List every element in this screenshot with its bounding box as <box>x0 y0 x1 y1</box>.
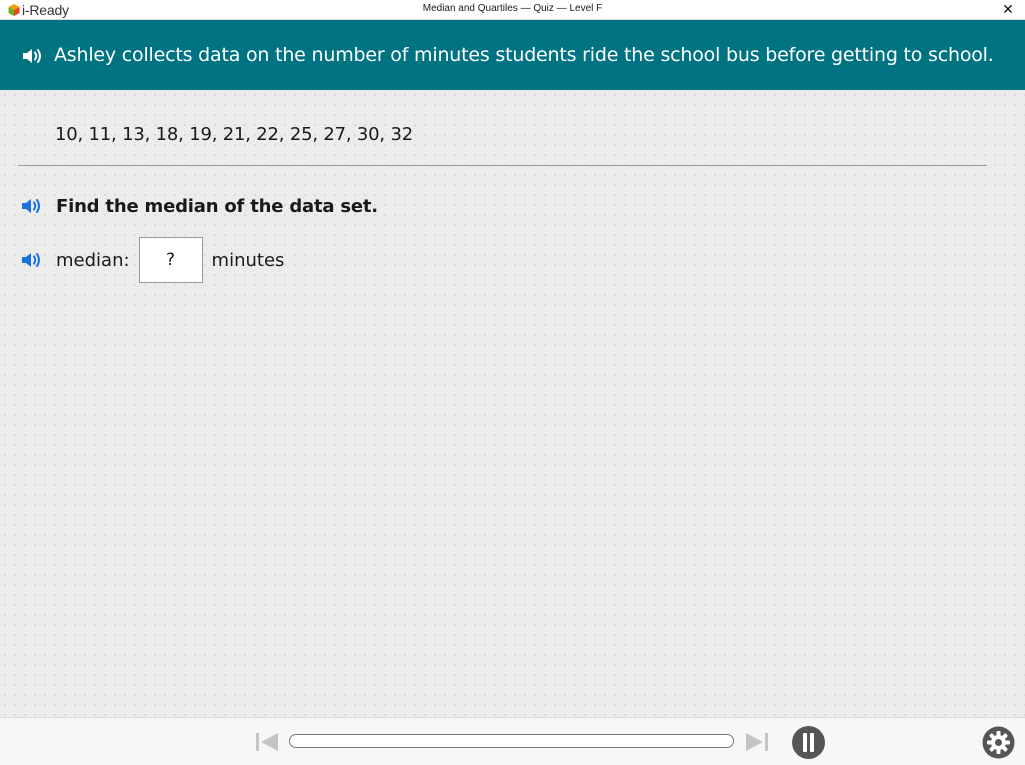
pause-icon[interactable] <box>792 726 825 759</box>
speaker-icon[interactable] <box>21 47 43 65</box>
close-button[interactable]: ✕ <box>999 1 1017 19</box>
speaker-icon[interactable] <box>20 251 42 269</box>
settings-button[interactable] <box>982 726 1015 759</box>
median-answer-input[interactable]: ? <box>138 237 203 283</box>
skip-back-icon[interactable] <box>254 731 280 753</box>
close-icon[interactable]: ✕ <box>1002 2 1014 18</box>
lesson-progress-bar <box>289 734 734 748</box>
bottom-toolbar <box>0 717 1025 765</box>
data-set-text: 10, 11, 13, 18, 19, 21, 22, 25, 27, 30, … <box>55 124 413 145</box>
speaker-icon[interactable] <box>20 197 42 215</box>
prompt-banner: Ashley collects data on the number of mi… <box>0 20 1025 90</box>
pause-button[interactable] <box>792 726 825 759</box>
question-speaker-button[interactable] <box>20 195 42 217</box>
gear-icon[interactable] <box>982 726 1015 759</box>
window-title: Median and Quartiles — Quiz — Level F <box>422 3 603 14</box>
answer-row: median: ? minutes <box>20 237 284 283</box>
title-bar: i-Ready Median and Quartiles — Quiz — Le… <box>0 0 1025 20</box>
skip-forward-icon[interactable] <box>744 731 770 753</box>
question-row: Find the median of the data set. <box>20 193 378 219</box>
answer-placeholder[interactable]: ? <box>166 250 175 270</box>
prompt-text: Ashley collects data on the number of mi… <box>54 44 994 66</box>
question-text: Find the median of the data set. <box>56 195 378 217</box>
answer-speaker-button[interactable] <box>20 249 42 271</box>
divider <box>18 165 987 166</box>
median-label: median: <box>56 249 130 271</box>
unit-label: minutes <box>211 249 285 271</box>
problem-area <box>0 90 1025 717</box>
